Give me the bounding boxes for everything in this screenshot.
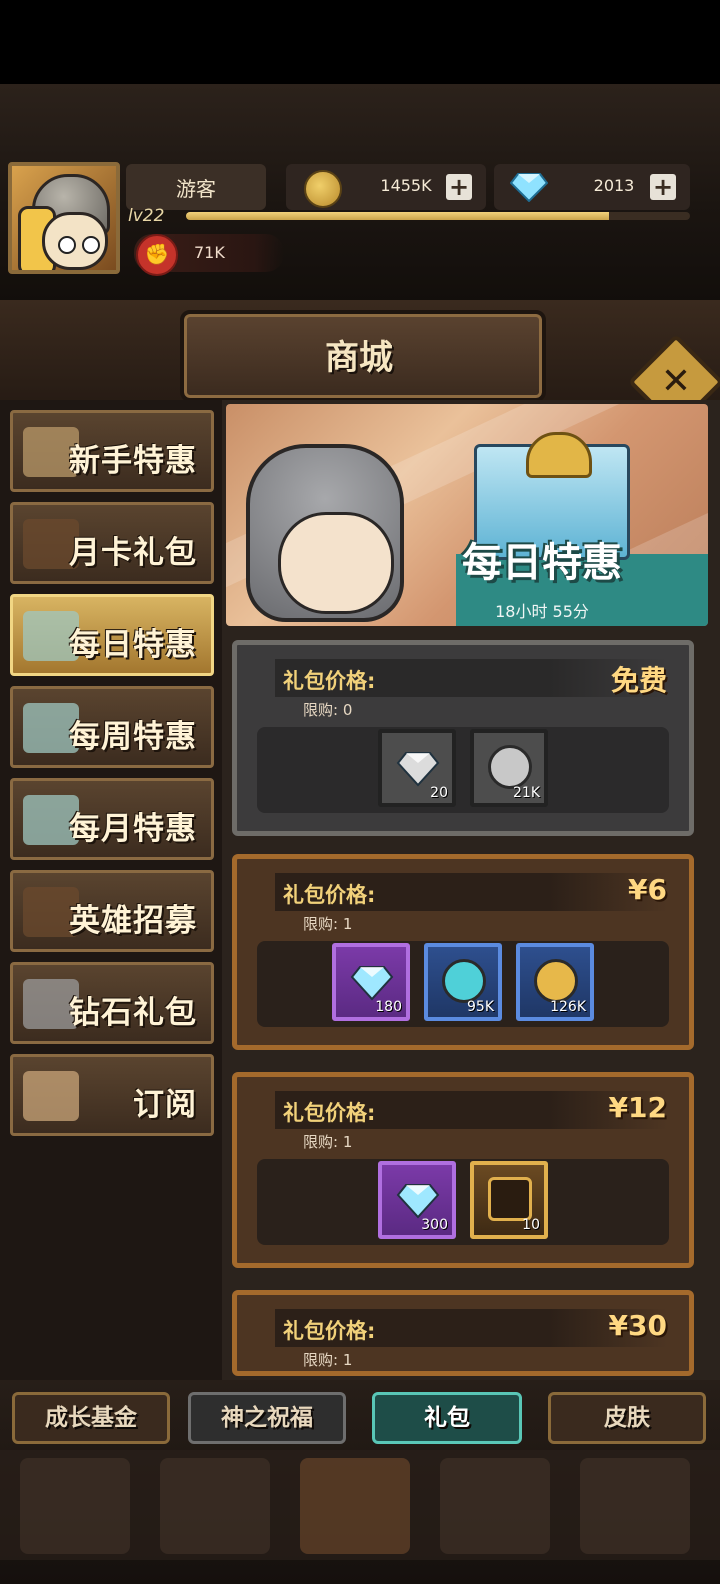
avatar-eye (82, 236, 100, 254)
price-row: 礼包价格: 免费 (275, 659, 667, 697)
diamond-icon (396, 745, 440, 789)
diamond-icon (350, 959, 394, 1003)
xp-bar (186, 212, 690, 220)
nav-slot[interactable] (580, 1458, 690, 1554)
reward-quantity: 126K (550, 999, 586, 1015)
scroll-icon (23, 1071, 79, 1121)
reward-item[interactable]: 300 (378, 1161, 456, 1239)
gold-coin-icon (534, 959, 578, 1003)
sidebar-item-label: 每月特惠 (69, 811, 197, 847)
reward-quantity: 21K (513, 785, 540, 801)
diamond-icon (510, 173, 548, 202)
power-display: ✊ 71K (134, 234, 284, 276)
reward-item[interactable]: 126K (516, 943, 594, 1021)
reward-quantity: 10 (522, 1217, 540, 1233)
price-value[interactable]: 免费 (611, 659, 667, 699)
player-level: lv22 (128, 206, 165, 226)
reward-tray (257, 1159, 669, 1245)
reward-item[interactable]: 95K (424, 943, 502, 1021)
daily-deal-banner (226, 404, 708, 626)
purchase-limit: 限购: 1 (303, 1351, 353, 1369)
fist-icon: ✊ (136, 234, 178, 276)
gold-coin-icon (304, 170, 342, 208)
sidebar-item[interactable]: 订阅 (10, 1054, 214, 1136)
sidebar-item[interactable]: 英雄招募 (10, 870, 214, 952)
xp-bar-fill (186, 212, 610, 220)
banner-timer: 18小时 55分 (495, 602, 589, 621)
purchase-limit: 限购: 1 (303, 1133, 353, 1151)
page-title: 商城 (325, 338, 393, 378)
sidebar-item-label: 钻石礼包 (69, 995, 197, 1031)
price-value[interactable]: ¥6 (628, 873, 667, 906)
reward-quantity: 20 (430, 785, 448, 801)
nav-slot[interactable] (20, 1458, 130, 1554)
nav-slot[interactable] (440, 1458, 550, 1554)
tab-divine-blessing[interactable]: 神之祝福 (188, 1392, 346, 1444)
price-row: 礼包价格: ¥30 (275, 1309, 667, 1347)
sidebar-item[interactable]: 每日特惠 (10, 594, 214, 676)
player-avatar[interactable] (8, 162, 120, 274)
purchase-limit: 限购: 0 (303, 701, 353, 719)
sidebar-item[interactable]: 每月特惠 (10, 778, 214, 860)
gift-pack-card[interactable]: 礼包价格: ¥12 限购: 1 300 10 (232, 1072, 694, 1268)
gift-bow-icon (526, 432, 592, 478)
sidebar-item-label: 月卡礼包 (69, 535, 197, 571)
tab-skins[interactable]: 皮肤 (548, 1392, 706, 1444)
gift-pack-card[interactable]: 礼包价格: ¥30 限购: 1 (232, 1290, 694, 1376)
sidebar-item-label: 每周特惠 (69, 719, 197, 755)
sidebar-item[interactable]: 月卡礼包 (10, 502, 214, 584)
player-name: 游客 (126, 164, 266, 210)
reward-quantity: 300 (421, 1217, 448, 1233)
price-label: 礼包价格: (283, 669, 376, 693)
reward-item[interactable]: 20 (378, 729, 456, 807)
sidebar-item-label: 每日特惠 (69, 627, 197, 663)
tab-growth-fund[interactable]: 成长基金 (12, 1392, 170, 1444)
reward-quantity: 95K (467, 999, 494, 1015)
reward-item[interactable]: 21K (470, 729, 548, 807)
avatar-eye (58, 236, 76, 254)
price-label: 礼包价格: (283, 1101, 376, 1125)
reward-tray (257, 727, 669, 813)
tab-gift-packs[interactable]: 礼包 (372, 1392, 522, 1444)
blue-orb-icon (442, 959, 486, 1003)
add-diamond-button[interactable]: + (650, 174, 676, 200)
price-value[interactable]: ¥12 (609, 1091, 667, 1124)
nav-slot[interactable] (300, 1458, 410, 1554)
reward-item[interactable]: 180 (332, 943, 410, 1021)
power-amount: 71K (194, 243, 225, 262)
price-row: 礼包价格: ¥6 (275, 873, 667, 911)
price-label: 礼包价格: (283, 1319, 376, 1343)
diamond-icon (396, 1177, 440, 1221)
gift-pack-card[interactable]: 礼包价格: ¥6 限购: 1 180 95K 126K (232, 854, 694, 1050)
game-screen: 游客 1455K + 2013 + lv22 ✊ 71K 商城 ✕ 新手特惠 月卡… (0, 0, 720, 1584)
sidebar-item-label: 英雄招募 (69, 903, 197, 939)
purchase-limit: 限购: 1 (303, 915, 353, 933)
banner-title: 每日特惠 (462, 540, 622, 586)
price-label: 礼包价格: (283, 883, 376, 907)
gift-pack-card[interactable]: 礼包价格: 免费限购: 0 20 21K (232, 640, 694, 836)
sidebar-item[interactable]: 每周特惠 (10, 686, 214, 768)
reward-item[interactable]: 10 (470, 1161, 548, 1239)
silver-coin-icon (488, 745, 532, 789)
gold-display: 1455K + (286, 164, 486, 210)
sidebar-item-label: 订阅 (133, 1087, 197, 1123)
sidebar-item[interactable]: 新手特惠 (10, 410, 214, 492)
price-row: 礼包价格: ¥12 (275, 1091, 667, 1129)
nav-slot[interactable] (160, 1458, 270, 1554)
hero-shard-icon (488, 1177, 532, 1221)
diamond-display: 2013 + (494, 164, 690, 210)
add-gold-button[interactable]: + (446, 174, 472, 200)
sidebar-item[interactable]: 钻石礼包 (10, 962, 214, 1044)
sidebar-item-label: 新手特惠 (69, 443, 197, 479)
price-value[interactable]: ¥30 (609, 1309, 667, 1342)
reward-quantity: 180 (375, 999, 402, 1015)
